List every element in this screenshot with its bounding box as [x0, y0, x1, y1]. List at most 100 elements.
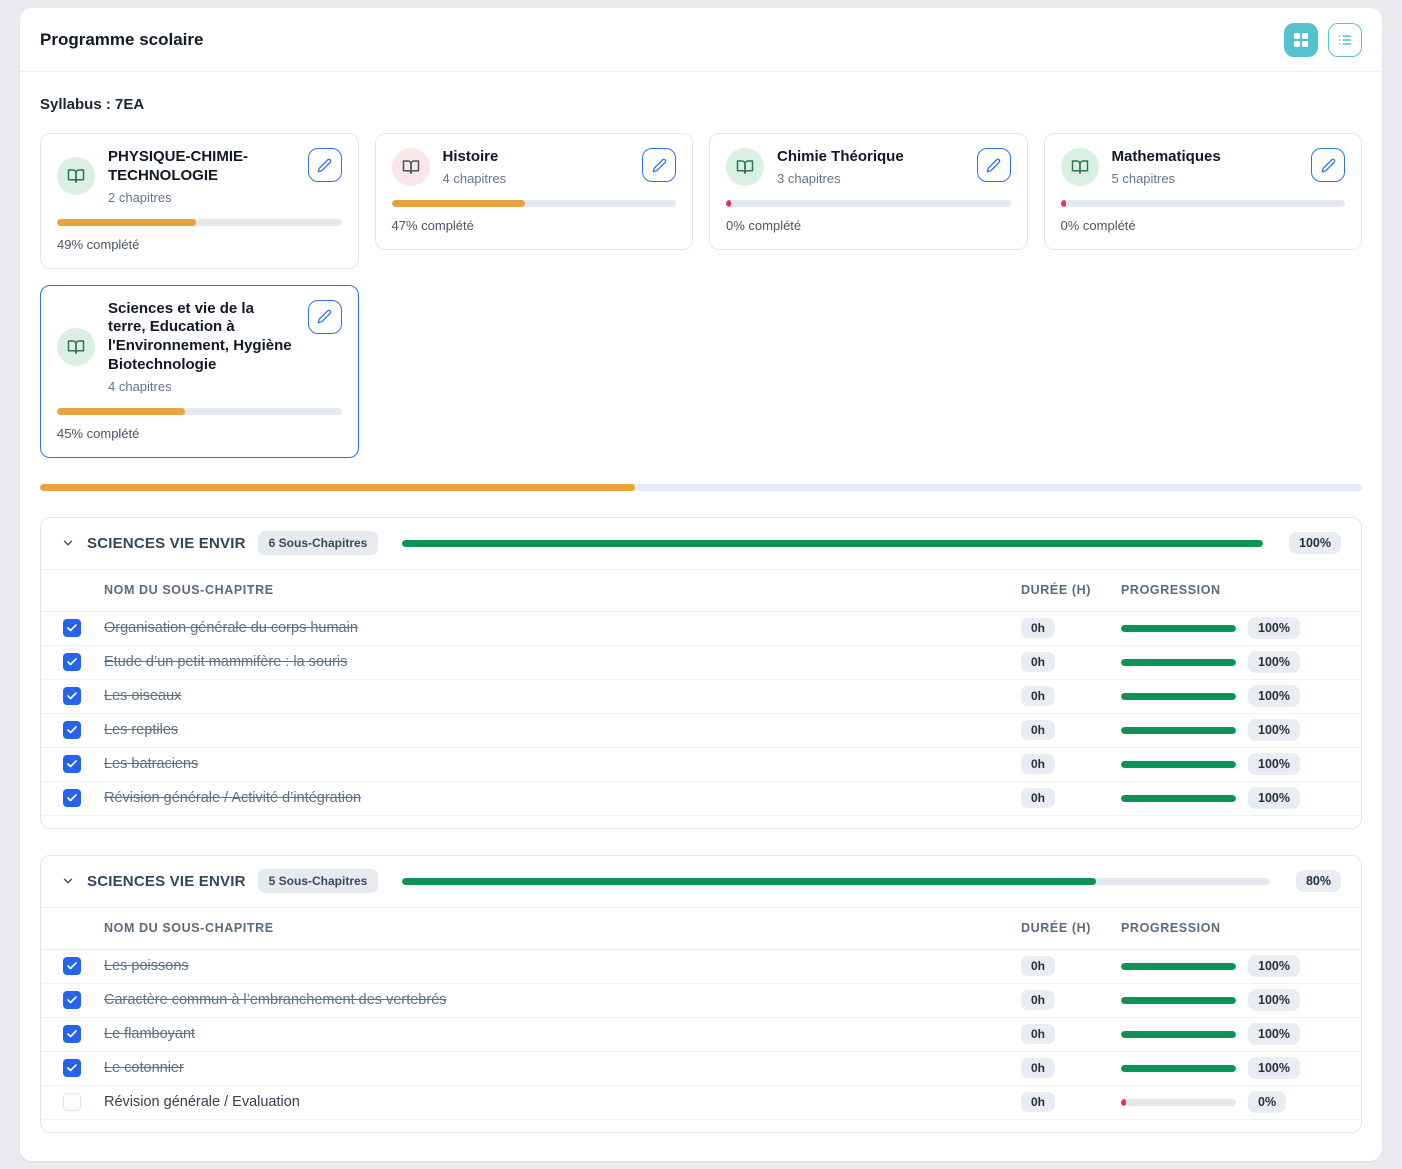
- edit-course-button[interactable]: [308, 300, 342, 334]
- row-progress-bar: [1121, 1099, 1236, 1106]
- section-title: SCIENCES VIE ENVIR: [87, 873, 246, 890]
- row-checkbox[interactable]: [63, 1059, 81, 1077]
- course-card-header: Chimie Théorique 3 chapitres: [726, 148, 1011, 186]
- row-checkbox[interactable]: [63, 721, 81, 739]
- column-header-name: NOM DU SOUS-CHAPITRE: [104, 921, 1021, 935]
- list-view-button[interactable]: [1328, 23, 1362, 57]
- check-icon: [66, 960, 78, 972]
- edit-course-button[interactable]: [977, 148, 1011, 182]
- check-icon: [66, 656, 78, 668]
- edit-course-button[interactable]: [1311, 148, 1345, 182]
- subchapter-name: Le cotonnier: [104, 1060, 1021, 1076]
- row-checkbox[interactable]: [63, 653, 81, 671]
- subchapter-name: Les batraciens: [104, 756, 1021, 772]
- table-body: Organisation générale du corps humain 0h…: [41, 612, 1361, 816]
- course-card-header: Sciences et vie de la terre, Education à…: [57, 300, 342, 394]
- course-card[interactable]: Sciences et vie de la terre, Education à…: [40, 285, 359, 458]
- course-percent-label: 45% complété: [57, 426, 342, 441]
- progression-cell: 100%: [1121, 651, 1341, 673]
- checkbox-cell: [41, 789, 104, 807]
- progression-cell: 100%: [1121, 989, 1341, 1011]
- pencil-icon: [317, 309, 332, 324]
- checkbox-cell: [41, 991, 104, 1009]
- course-title: Sciences et vie de la terre, Education à…: [108, 300, 295, 375]
- page-title: Programme scolaire: [40, 30, 203, 50]
- checkbox-cell: [41, 755, 104, 773]
- course-card-header: Histoire 4 chapitres: [392, 148, 677, 186]
- subchapter-name: Le flamboyant: [104, 1026, 1021, 1042]
- section-header[interactable]: SCIENCES VIE ENVIR 6 Sous-Chapitres 100%: [41, 518, 1361, 570]
- check-icon: [66, 724, 78, 736]
- table-row: Les batraciens 0h 100%: [41, 748, 1361, 782]
- duration-badge: 0h: [1021, 788, 1055, 808]
- subchapter-name: Les oiseaux: [104, 688, 1021, 704]
- book-icon: [726, 148, 764, 186]
- course-title-block: PHYSIQUE-CHIMIE-TECHNOLOGIE 2 chapitres: [108, 148, 295, 205]
- book-icon: [392, 148, 430, 186]
- row-checkbox[interactable]: [63, 755, 81, 773]
- column-header-progression: PROGRESSION: [1121, 921, 1341, 935]
- row-checkbox[interactable]: [63, 957, 81, 975]
- row-percent-badge: 100%: [1248, 753, 1300, 775]
- course-title-block: Histoire 4 chapitres: [443, 148, 630, 186]
- subchapter-count-badge: 6 Sous-Chapitres: [258, 531, 379, 555]
- progression-cell: 100%: [1121, 787, 1341, 809]
- progression-cell: 100%: [1121, 617, 1341, 639]
- pencil-icon: [317, 158, 332, 173]
- table-row: Révision générale / Activité d’intégrati…: [41, 782, 1361, 816]
- course-progress-bar: [57, 219, 342, 226]
- column-header-duration: DURÉE (H): [1021, 583, 1121, 597]
- row-checkbox[interactable]: [63, 1093, 81, 1111]
- row-percent-badge: 0%: [1248, 1091, 1286, 1113]
- progression-cell: 100%: [1121, 1023, 1341, 1045]
- course-title: Histoire: [443, 148, 630, 167]
- course-percent-label: 47% complété: [392, 218, 677, 233]
- list-icon: [1337, 32, 1353, 48]
- table-header-row: NOM DU SOUS-CHAPITRE DURÉE (H) PROGRESSI…: [41, 570, 1361, 612]
- row-percent-badge: 100%: [1248, 617, 1300, 639]
- edit-course-button[interactable]: [642, 148, 676, 182]
- chevron-down-icon[interactable]: [61, 536, 75, 550]
- course-chapter-count: 2 chapitres: [108, 190, 295, 205]
- row-checkbox[interactable]: [63, 991, 81, 1009]
- section-header[interactable]: SCIENCES VIE ENVIR 5 Sous-Chapitres 80%: [41, 856, 1361, 908]
- edit-course-button[interactable]: [308, 148, 342, 182]
- section-progress-bar: [402, 878, 1270, 885]
- subchapter-name: Organisation générale du corps humain: [104, 620, 1021, 636]
- course-card[interactable]: Mathematiques 5 chapitres 0% complété: [1044, 133, 1363, 250]
- course-card[interactable]: Chimie Théorique 3 chapitres 0% complété: [709, 133, 1028, 250]
- row-checkbox[interactable]: [63, 1025, 81, 1043]
- course-title-block: Mathematiques 5 chapitres: [1112, 148, 1299, 186]
- chapter-section: SCIENCES VIE ENVIR 5 Sous-Chapitres 80% …: [40, 855, 1362, 1133]
- row-checkbox[interactable]: [63, 619, 81, 637]
- course-card-header: Mathematiques 5 chapitres: [1061, 148, 1346, 186]
- column-header-progression: PROGRESSION: [1121, 583, 1341, 597]
- course-card[interactable]: Histoire 4 chapitres 47% complété: [375, 133, 694, 250]
- grid-view-button[interactable]: [1284, 23, 1318, 57]
- check-icon: [66, 690, 78, 702]
- row-checkbox[interactable]: [63, 687, 81, 705]
- row-progress-bar: [1121, 1031, 1236, 1038]
- pencil-icon: [1321, 158, 1336, 173]
- course-card-grid: PHYSIQUE-CHIMIE-TECHNOLOGIE 2 chapitres …: [40, 133, 1362, 458]
- table-header-row: NOM DU SOUS-CHAPITRE DURÉE (H) PROGRESSI…: [41, 908, 1361, 950]
- subchapter-table: NOM DU SOUS-CHAPITRE DURÉE (H) PROGRESSI…: [41, 570, 1361, 828]
- duration-badge: 0h: [1021, 1092, 1055, 1112]
- chevron-down-icon[interactable]: [61, 874, 75, 888]
- subchapter-name: Révision générale / Activité d’intégrati…: [104, 790, 1021, 806]
- course-card[interactable]: PHYSIQUE-CHIMIE-TECHNOLOGIE 2 chapitres …: [40, 133, 359, 269]
- syllabus-heading: Syllabus : 7EA: [40, 96, 1362, 113]
- course-chapter-count: 5 chapitres: [1112, 171, 1299, 186]
- row-progress-bar: [1121, 963, 1236, 970]
- main-panel: Programme scolaire Syllabus : 7EA: [20, 8, 1382, 1161]
- course-title: Mathematiques: [1112, 148, 1299, 167]
- row-progress-bar: [1121, 659, 1236, 666]
- checkbox-cell: [41, 1025, 104, 1043]
- course-title-block: Sciences et vie de la terre, Education à…: [108, 300, 295, 394]
- check-icon: [66, 758, 78, 770]
- course-progress-bar: [726, 200, 1011, 207]
- row-checkbox[interactable]: [63, 789, 81, 807]
- table-row: Le cotonnier 0h 100%: [41, 1052, 1361, 1086]
- checkbox-cell: [41, 1059, 104, 1077]
- progression-cell: 100%: [1121, 955, 1341, 977]
